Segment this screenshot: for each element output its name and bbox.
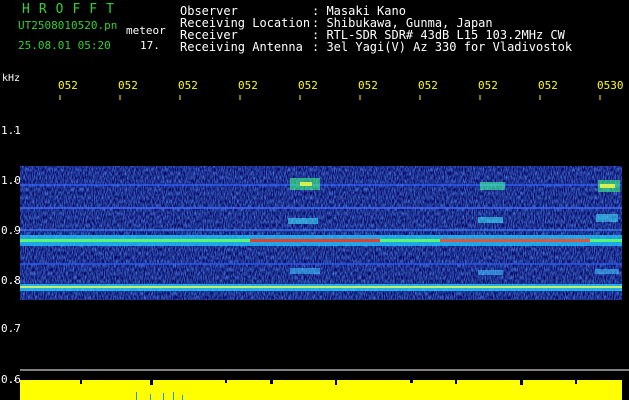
- signal-band-0.84: [20, 263, 622, 265]
- signal-band-0.88-peak-2: [440, 239, 590, 242]
- frequency-grid-dots: [14, 131, 15, 381]
- signal-band-0.90: [20, 229, 622, 231]
- signal-band-0.95: [20, 207, 622, 209]
- time-tick-marks: [59, 95, 601, 100]
- spectrum-noise: [20, 166, 622, 300]
- signal-level-strip: [20, 380, 622, 400]
- signal-band-0.88-peak-1: [250, 239, 380, 242]
- hrofft-window: HROFFT UT2508010520.pn meteor 25.08.01 0…: [0, 0, 629, 400]
- signal-band-0.79-core: [20, 286, 622, 288]
- spectrogram-graph: [14, 95, 629, 400]
- signal-band-1.0: [20, 184, 622, 186]
